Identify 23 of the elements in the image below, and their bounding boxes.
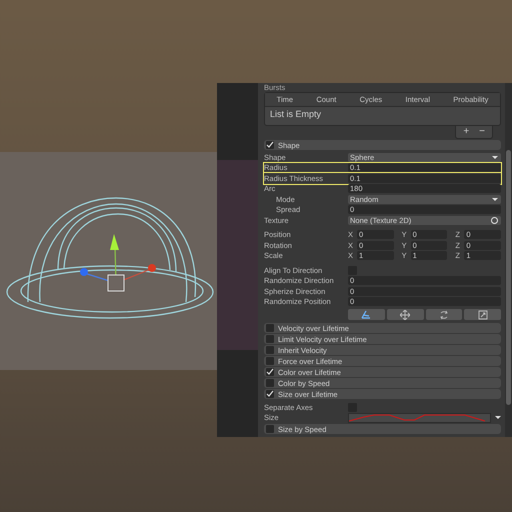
scale-icon	[478, 310, 488, 320]
checkbox[interactable]	[266, 346, 274, 354]
edit-shape-button[interactable]	[348, 309, 385, 320]
size-curve-field[interactable]	[348, 412, 491, 423]
move-button[interactable]	[386, 309, 424, 320]
checkbox[interactable]	[266, 425, 274, 433]
add-button[interactable]: +	[460, 126, 472, 138]
empty-list-text: List is Empty	[269, 108, 322, 121]
angle-icon	[361, 310, 372, 319]
remove-button[interactable]: −	[476, 126, 488, 138]
move-icon	[400, 310, 410, 320]
dropdown-arrow-icon[interactable]	[495, 416, 501, 420]
scale-button[interactable]	[464, 309, 501, 320]
checkbox[interactable]	[266, 390, 274, 398]
checkbox[interactable]	[266, 357, 274, 365]
checkbox[interactable]	[266, 324, 274, 332]
checkbox[interactable]	[266, 368, 274, 376]
rotate-button[interactable]	[426, 309, 462, 320]
scrollbar-thumb[interactable]	[506, 150, 511, 405]
checkbox[interactable]	[266, 141, 274, 149]
checkbox[interactable]	[266, 335, 274, 343]
checkbox[interactable]	[266, 379, 274, 387]
rotate-icon	[438, 310, 449, 320]
